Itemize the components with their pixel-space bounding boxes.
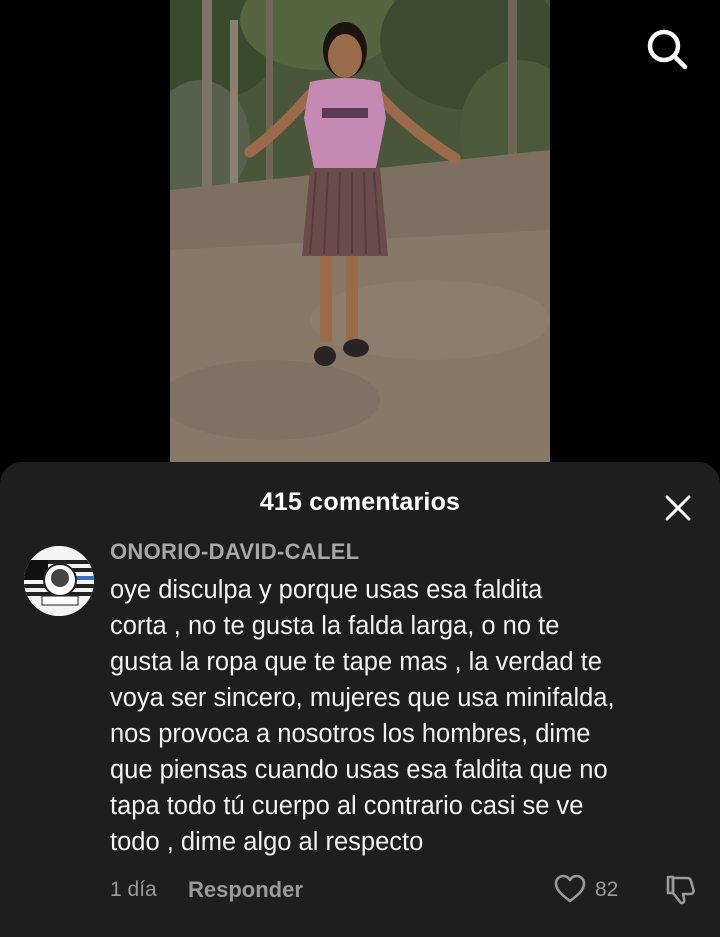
comments-count-title: 415 comentarios (259, 488, 461, 516)
comment-line: que piensas cuando usas esa faldita que … (110, 756, 608, 784)
comment-line: oye disculpa y porque usas esa faldita (110, 576, 543, 604)
thumbs-down-icon (666, 875, 695, 905)
shirt-print (322, 108, 368, 118)
search-icon (647, 29, 688, 70)
comment-username[interactable]: ONORIO-DAVID-CALEL (110, 539, 359, 565)
comment-line: gusta la ropa que te tape mas , la verda… (110, 648, 602, 676)
screen: 415 comentarios ONORIO-DAVID-CALEL oye d… (0, 0, 720, 937)
comment-text: oye disculpa y porque usas esa faldita c… (110, 572, 700, 860)
like-button[interactable] (553, 872, 587, 906)
like-count: 82 (595, 878, 619, 901)
comment-line: corta , no te gusta la falda larga, o no… (110, 612, 560, 640)
avatar-image (24, 546, 94, 616)
close-icon (665, 495, 691, 521)
comment-line: voya ser sincero, mujeres que usa minifa… (110, 684, 615, 712)
comment-line: nos provoca a nosotros los hombres, dime (110, 720, 591, 748)
comment-line: todo , dime algo al respecto (110, 828, 424, 856)
dislike-button[interactable] (662, 872, 698, 908)
avatar[interactable] (24, 546, 94, 616)
video-player[interactable] (170, 0, 550, 462)
search-button[interactable] (642, 24, 692, 74)
comment-timestamp: 1 día (110, 878, 157, 901)
close-button[interactable] (656, 490, 700, 526)
comments-sheet: 415 comentarios ONORIO-DAVID-CALEL oye d… (0, 462, 720, 937)
comment-line: tapa todo tú cuerpo al contrario casi se… (110, 792, 584, 820)
reply-button[interactable]: Responder (188, 877, 303, 903)
video-frame (170, 0, 550, 462)
heart-icon (554, 874, 586, 903)
